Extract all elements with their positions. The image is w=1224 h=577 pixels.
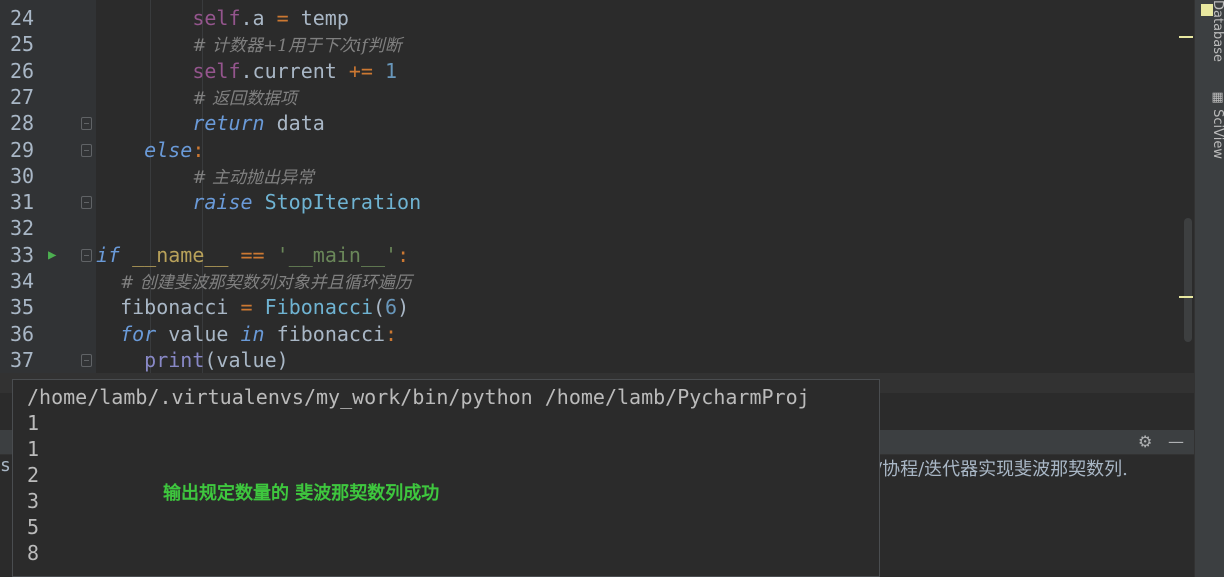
line-number[interactable]: 37 [10,347,40,373]
scroll-marker[interactable] [1179,296,1193,298]
code-line[interactable]: 30 # 主动抛出异常 [0,163,1178,189]
code-line[interactable]: 36 for value in fibonacci: [0,321,1178,347]
database-tab[interactable]: Database [1195,0,1224,62]
code-text: # 创建斐波那契数列对象并且循环遍历 [120,273,412,293]
code-line[interactable]: 29 else: [0,137,1178,163]
sciview-tab-label: SciView [1210,109,1224,160]
code-line[interactable]: 28 return data [0,110,1178,136]
line-number[interactable]: 25 [10,31,40,57]
line-number[interactable]: 31 [10,189,40,215]
fold-icon[interactable] [81,196,92,210]
code-text: self.current += 1 [192,58,398,83]
grid-icon: ▦ [1210,90,1224,110]
run-command: /home/lamb/.virtualenvs/my_work/bin/pyth… [27,385,810,409]
code-text: fibonacci = Fibonacci(6) [120,295,410,320]
line-number[interactable]: 30 [10,163,40,189]
run-icon[interactable]: ▶ [48,242,56,268]
line-number[interactable]: 33 [10,242,40,268]
code-line[interactable]: 27 # 返回数据项 [0,84,1178,110]
output-value: 3 [27,489,40,513]
fold-icon[interactable] [81,248,92,262]
gear-icon[interactable]: ⚙ [1138,432,1152,451]
database-tab-label: Database [1210,0,1224,63]
minimize-icon[interactable]: — [1168,432,1184,451]
code-text: raise StopIteration [192,190,422,215]
editor-scrollbar-thumb[interactable] [1184,218,1192,342]
fold-icon[interactable] [81,143,92,157]
output-value: 8 [27,541,40,565]
sciview-tab[interactable]: ▦ SciView [1195,90,1224,159]
fold-icon[interactable] [81,353,92,367]
fold-icon[interactable] [81,117,92,131]
code-text: self.a = temp [192,6,349,30]
line-number[interactable]: 24 [10,5,40,31]
line-number[interactable]: 35 [10,294,40,320]
code-text: if __name__ == '__main__': [96,242,410,267]
code-line[interactable]: 35 fibonacci = Fibonacci(6) [0,294,1178,320]
code-line[interactable]: 33 ▶ if __name__ == '__main__': [0,242,1178,268]
output-value: 5 [27,515,40,539]
line-number[interactable]: 36 [10,321,40,347]
line-number[interactable]: 32 [10,215,40,241]
right-tool-strip: Database ▦ SciView [1194,0,1224,577]
code-text: for value in fibonacci: [120,321,398,346]
line-number[interactable]: 29 [10,137,40,163]
code-text: return data [192,111,325,136]
scroll-marker[interactable] [1179,36,1193,38]
line-number[interactable]: 34 [10,268,40,294]
code-text: # 返回数据项 [192,88,297,109]
code-line[interactable]: 25 # 计数器+1用于下次if判断 [0,31,1178,57]
run-output-fragment: s [0,455,11,476]
code-text: else: [144,137,205,162]
code-line[interactable]: 26 self.current += 1 [0,58,1178,84]
line-number[interactable]: 28 [10,110,40,136]
code-line[interactable]: 32 [0,215,1178,241]
line-number[interactable]: 27 [10,84,40,110]
output-callout: /home/lamb/.virtualenvs/my_work/bin/pyth… [12,379,880,577]
code-editor[interactable]: 24 self.a = temp 25 # 计数器+1用于下次if判断 26 sel… [0,0,1178,378]
success-annotation: 输出规定数量的 斐波那契数列成功 [163,483,440,504]
code-line[interactable]: 24 self.a = temp [0,5,1178,31]
code-text: print(value) [144,347,289,372]
run-command-path: /协程/迭代器实现斐波那契数列. [876,459,1128,480]
line-number[interactable]: 26 [10,58,40,84]
output-value: 1 [27,411,40,435]
code-line[interactable]: 31 raise StopIteration [0,189,1178,215]
code-text: # 计数器+1用于下次if判断 [192,36,402,57]
code-line[interactable]: 37 print(value) [0,347,1178,373]
code-line[interactable]: 34 # 创建斐波那契数列对象并且循环遍历 [0,268,1178,294]
output-value: 1 [27,437,40,461]
code-text: # 主动抛出异常 [192,167,314,188]
output-value: 2 [27,463,40,487]
